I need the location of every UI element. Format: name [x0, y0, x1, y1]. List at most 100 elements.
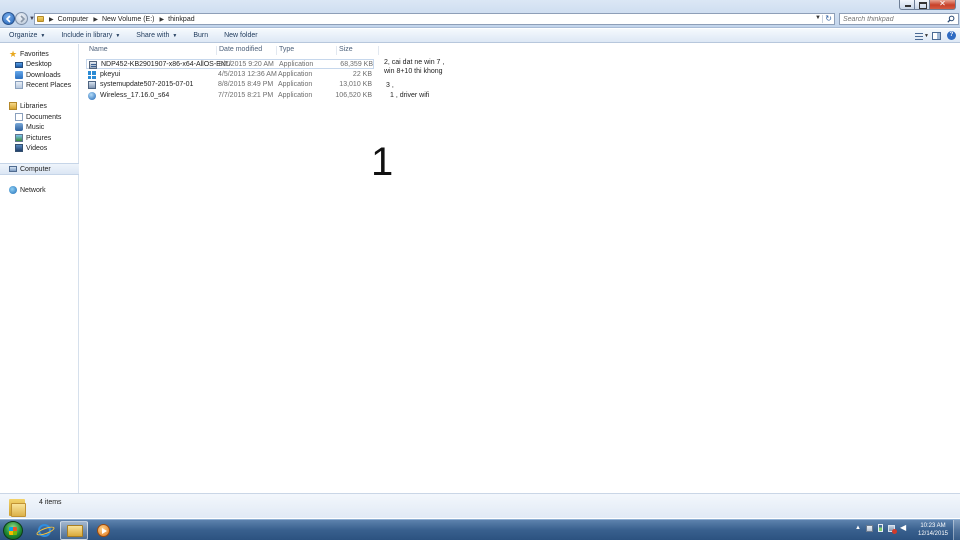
volume-icon[interactable]: ◀ [900, 524, 908, 532]
search-input[interactable] [840, 14, 940, 24]
details-pane: 4 items [0, 493, 960, 518]
windows-explorer-icon [67, 525, 83, 537]
clock[interactable]: 10:23 AM 12/14/2015 [915, 522, 951, 538]
sidebar-item-downloads[interactable]: Downloads [0, 70, 79, 80]
internet-explorer-icon [38, 524, 51, 537]
share-with-label: Share with [136, 32, 170, 39]
system-tray: ▲ ◀ [855, 524, 908, 534]
file-name: pkeyui [100, 71, 121, 78]
breadcrumb-thinkpad[interactable]: thinkpad [168, 16, 194, 23]
sidebar-item-label: Music [26, 123, 45, 131]
item-count: 4 items [39, 499, 62, 506]
taskbar-internet-explorer[interactable] [33, 521, 57, 540]
annotation-note: 3 , [386, 82, 394, 89]
file-date: 4/5/2013 12:36 AM [218, 71, 277, 78]
preview-pane-icon[interactable] [932, 31, 941, 40]
wireless-driver-icon [88, 92, 96, 100]
window-controls [899, 0, 956, 10]
sidebar-item-pictures[interactable]: Pictures [0, 133, 79, 143]
file-date: 8/8/2015 8:49 PM [218, 81, 274, 88]
burn-button[interactable]: Burn [193, 32, 208, 39]
search-icon[interactable] [947, 15, 955, 23]
file-date: 8/7/2015 9:20 AM [219, 61, 274, 68]
command-bar: Organize ▼ Include in library ▼ Share with… [0, 29, 960, 43]
help-icon[interactable]: ? [947, 31, 956, 40]
column-header-date-modified[interactable]: Date modified [219, 46, 277, 55]
network-status-icon[interactable] [888, 524, 897, 534]
chevron-down-icon: ▼ [40, 33, 46, 39]
sidebar-item-label: Pictures [26, 134, 52, 142]
file-name: systemupdate507-2015-07-01 [100, 81, 194, 88]
sidebar-item-music[interactable]: Music [0, 122, 79, 132]
sidebar-item-recent-places[interactable]: Recent Places [0, 80, 79, 90]
window-title-bar: ▼ ▶ Computer ▶ New Volume (E:) ▶ thinkpa… [0, 0, 960, 28]
new-folder-button[interactable]: New folder [224, 32, 257, 39]
sidebar-item-label: Libraries [20, 102, 47, 110]
windows-logo-icon [88, 71, 96, 79]
column-header-type[interactable]: Type [279, 46, 337, 55]
file-type: Application [279, 61, 314, 68]
sidebar-item-libraries[interactable]: Libraries [0, 101, 79, 111]
sidebar-item-documents[interactable]: Documents [0, 112, 79, 122]
taskbar-media-player[interactable] [92, 521, 116, 540]
sidebar-item-label: Downloads [26, 71, 61, 79]
breadcrumb-separator-icon[interactable]: ▶ [49, 16, 54, 23]
column-header-name[interactable]: Name [89, 46, 217, 55]
file-list-pane: Name Date modified Type Size NDP452-KB29… [80, 44, 960, 493]
close-button[interactable] [930, 0, 956, 10]
include-in-library-label: Include in library [61, 32, 113, 39]
start-button[interactable] [3, 521, 23, 540]
sidebar-item-desktop[interactable]: Desktop [0, 59, 79, 69]
chevron-down-icon: ▼ [115, 33, 121, 39]
desktop-icon [15, 61, 23, 68]
column-header-size[interactable]: Size [339, 46, 379, 55]
back-button[interactable] [2, 12, 15, 25]
organize-menu[interactable]: Organize ▼ [9, 32, 45, 39]
taskbar-windows-explorer[interactable] [60, 521, 88, 540]
file-type: Application [278, 92, 313, 99]
battery-icon[interactable] [878, 524, 883, 532]
file-row[interactable]: NDP452-KB2901907-x86-x64-AllOS-ENU 8/7/2… [86, 59, 374, 69]
sidebar-item-label: Recent Places [26, 81, 72, 89]
file-row[interactable]: Wireless_17.16.0_s64 7/7/2015 8:21 PM Ap… [86, 91, 374, 101]
forward-button[interactable] [15, 12, 28, 25]
minimize-button[interactable] [899, 0, 915, 10]
address-history-dropdown[interactable]: ▼ [815, 15, 821, 21]
breadcrumb-separator-icon[interactable]: ▶ [93, 16, 98, 23]
action-center-icon[interactable] [866, 524, 873, 532]
refresh-icon[interactable]: ↻ [825, 14, 832, 23]
change-view-icon[interactable]: ▼ [915, 32, 929, 40]
clock-time: 10:23 AM [920, 523, 946, 529]
address-bar[interactable]: ▶ Computer ▶ New Volume (E:) ▶ thinkpad … [34, 13, 835, 25]
address-divider [822, 15, 823, 23]
sidebar-item-favorites[interactable]: ★ Favorites [0, 49, 79, 59]
sidebar-item-label: Desktop [26, 60, 52, 68]
share-with-menu[interactable]: Share with ▼ [136, 32, 177, 39]
sidebar-item-videos[interactable]: Videos [0, 143, 79, 153]
breadcrumb-computer[interactable]: Computer [58, 16, 89, 23]
sidebar-item-network[interactable]: Network [0, 185, 79, 195]
breadcrumb-separator-icon[interactable]: ▶ [160, 16, 165, 23]
downloads-icon [15, 71, 23, 79]
sidebar-item-label: Network [20, 186, 46, 194]
chevron-down-icon: ▼ [172, 33, 178, 39]
annotation-note: win 8+10 thi khong [384, 68, 443, 75]
network-icon [9, 186, 17, 194]
file-row[interactable]: systemupdate507-2015-07-01 8/8/2015 8:49… [86, 80, 374, 90]
media-player-icon [97, 524, 110, 537]
file-row[interactable]: pkeyui 4/5/2013 12:36 AM Application 22 … [86, 70, 374, 80]
annotation-note: 1 , driver wifi [390, 92, 430, 99]
show-hidden-icons-icon[interactable]: ▲ [855, 524, 861, 532]
documents-icon [15, 113, 23, 121]
sidebar-item-label: Favorites [20, 50, 49, 58]
search-box [839, 13, 959, 25]
folder-icon [9, 497, 27, 517]
videos-icon [15, 144, 23, 152]
include-in-library-menu[interactable]: Include in library ▼ [61, 32, 120, 39]
breadcrumb-new-volume[interactable]: New Volume (E:) [102, 16, 155, 23]
maximize-button[interactable] [915, 0, 930, 10]
folder-icon [37, 16, 44, 22]
music-icon [15, 123, 23, 131]
show-desktop-button[interactable] [953, 520, 960, 540]
sidebar-item-computer[interactable]: Computer [0, 163, 79, 175]
